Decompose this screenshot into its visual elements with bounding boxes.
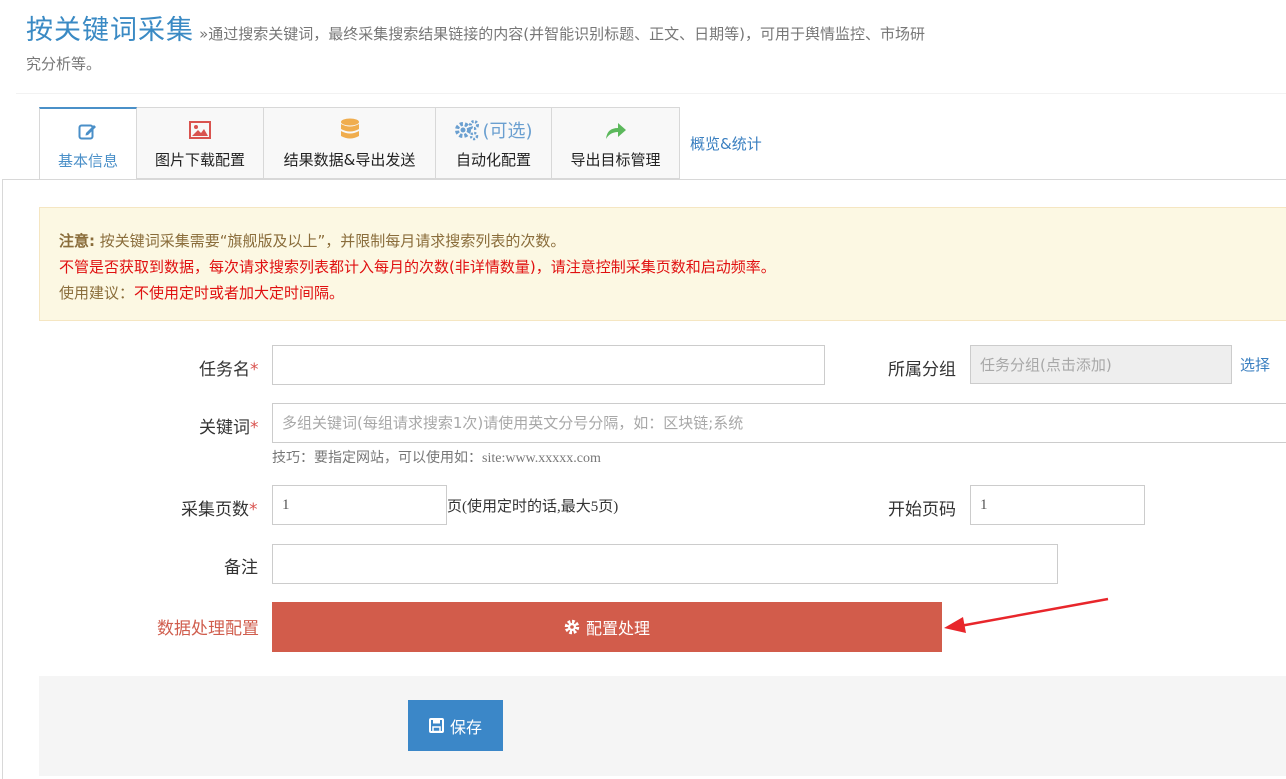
pages-input[interactable] <box>272 485 447 525</box>
database-icon <box>340 117 360 143</box>
start-page-input[interactable] <box>970 485 1145 525</box>
required-mark: * <box>249 500 258 520</box>
image-icon <box>189 117 211 143</box>
annotation-arrow-icon <box>944 597 1109 633</box>
tab-image-download[interactable]: 图片下载配置 <box>137 107 264 179</box>
pages-suffix: 页(使用定时的话,最大5页) <box>447 499 619 515</box>
floppy-disk-icon <box>428 718 444 733</box>
start-page-label: 开始页码 <box>888 500 956 520</box>
tab-label: 结果数据&导出发送 <box>283 150 416 169</box>
notice-line-1: 注意: 按关键词采集需要“旗舰版及以上”，并限制每月请求搜索列表的次数。 <box>59 228 1286 254</box>
notice-strong: 注意: <box>59 232 95 250</box>
notice-box: 注意: 按关键词采集需要“旗舰版及以上”，并限制每月请求搜索列表的次数。 不管是… <box>39 207 1286 321</box>
gears-icon: (可选) <box>454 117 533 143</box>
required-mark: * <box>250 360 259 380</box>
save-button[interactable]: 保存 <box>408 700 503 751</box>
keyword-label: 关键词* <box>199 418 259 438</box>
share-arrow-icon <box>604 117 628 143</box>
group-input[interactable] <box>970 345 1232 384</box>
group-label: 所属分组 <box>888 360 956 380</box>
gear-icon <box>564 619 580 635</box>
notice-line-3: 使用建议：不使用定时或者加大定时间隔。 <box>59 280 1286 306</box>
save-bar <box>39 676 1286 776</box>
notice-line-2: 不管是否获取到数据，每次请求搜索列表都计入每月的次数(非详情数量)，请注意控制采… <box>59 258 776 276</box>
keyword-input[interactable] <box>272 403 1286 443</box>
page-header: 按关键词采集 »通过搜索关键词，最终采集搜索结果链接的内容(并智能识别标题、正文… <box>26 8 926 79</box>
tab-label: 导出目标管理 <box>570 150 661 169</box>
tab-basic-info[interactable]: 基本信息 <box>39 107 137 180</box>
tab-label: 图片下载配置 <box>154 150 245 169</box>
notice-suggestion-text: 不使用定时或者加大定时间隔。 <box>134 284 345 302</box>
notice-suggestion-prefix: 使用建议： <box>59 284 135 302</box>
tab-label: 自动化配置 <box>455 150 531 169</box>
overview-stats-link[interactable]: 概览&统计 <box>690 133 762 154</box>
tab-bar: 基本信息 图片下载配置 结果数据&导出发送 (可选) 自动化配置 导出目标管理 <box>39 107 680 180</box>
edit-icon <box>78 118 98 144</box>
group-select-link[interactable]: 选择 <box>1240 354 1270 375</box>
pages-label: 采集页数* <box>181 500 258 520</box>
config-process-button[interactable]: 配置处理 <box>272 602 942 652</box>
required-mark: * <box>250 418 259 438</box>
tab-label: 基本信息 <box>57 151 118 170</box>
tab-optional-text: (可选) <box>482 120 533 142</box>
task-name-label: 任务名* <box>199 360 259 380</box>
page-title: 按关键词采集 <box>26 15 194 46</box>
keyword-hint: 技巧：要指定网站，可以使用如：site:www.xxxxx.com <box>272 451 601 466</box>
tab-automation[interactable]: (可选) 自动化配置 <box>436 107 552 179</box>
remark-label: 备注 <box>224 558 258 578</box>
tab-export-targets[interactable]: 导出目标管理 <box>552 107 680 179</box>
config-button-label: 配置处理 <box>585 621 650 638</box>
data-process-label: 数据处理配置 <box>157 619 259 639</box>
save-button-label: 保存 <box>449 719 482 737</box>
header-divider <box>16 93 1286 94</box>
remark-input[interactable] <box>272 544 1058 584</box>
tab-result-export[interactable]: 结果数据&导出发送 <box>264 107 436 179</box>
task-name-input[interactable] <box>272 345 825 385</box>
notice-text: 按关键词采集需要“旗舰版及以上”，并限制每月请求搜索列表的次数。 <box>95 232 566 250</box>
